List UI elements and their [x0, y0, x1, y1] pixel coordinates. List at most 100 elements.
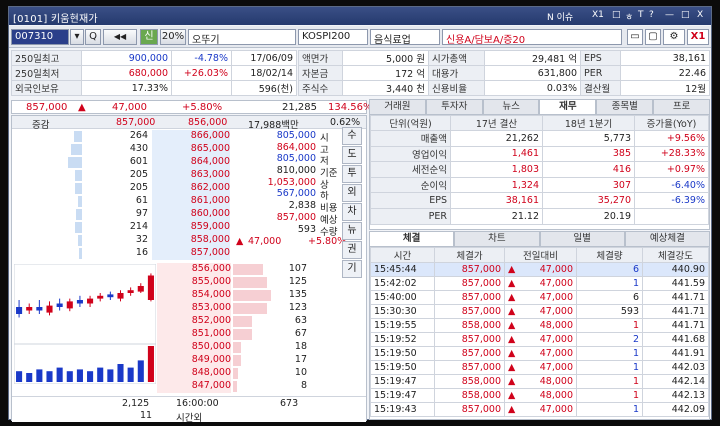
side-button[interactable]: 도	[342, 146, 362, 164]
maximize-button[interactable]: □	[681, 10, 690, 20]
info-tab[interactable]: 재무	[539, 99, 597, 114]
x1-icon[interactable]: X1	[687, 29, 709, 45]
trade-row[interactable]: 15:19:43 857,000 ▲ 47,000 1 442.09	[370, 402, 709, 417]
range-label: 외국인보유	[11, 80, 82, 96]
bid-qty: 63	[294, 315, 307, 326]
bid-row[interactable]: 847,000 8	[157, 380, 342, 393]
trade-qty: 1	[576, 318, 643, 333]
volume-bar	[147, 346, 154, 382]
side-button[interactable]: 차	[342, 203, 362, 221]
gear-icon[interactable]: ⚙	[663, 29, 685, 45]
summary-row: 805,000 시	[234, 130, 342, 144]
issue-button[interactable]: N 이슈	[547, 10, 573, 23]
info-tab[interactable]: 투자자	[425, 99, 483, 114]
trade-row[interactable]: 15:19:55 858,000 ▲ 48,000 1 441.71	[370, 318, 709, 333]
bid-price: 849,000	[157, 354, 231, 367]
side-button[interactable]: 투	[342, 165, 362, 183]
range-price: 900,000	[81, 50, 172, 66]
stock-code-input[interactable]: 007310	[11, 29, 69, 45]
trade-row[interactable]: 15:19:52 857,000 ▲ 47,000 2 441.68	[370, 332, 709, 347]
financial-row: 영업이익 1,461 385 +28.33%	[370, 145, 709, 163]
price-summary: 805,000 시 864,000 고 805,000 저 810,000 기준 1,053,0…	[234, 130, 342, 238]
info-tab[interactable]: 거래원	[369, 99, 426, 114]
trade-time: 15:42:02	[370, 276, 435, 291]
bid-price: 854,000	[157, 289, 231, 302]
market-field: KOSPI200	[298, 29, 368, 45]
bid-row[interactable]: 848,000 10	[157, 367, 342, 380]
trade-change: ▲ 47,000	[504, 360, 577, 375]
trade-row[interactable]: 15:42:02 857,000 ▲ 47,000 1 441.59	[370, 276, 709, 291]
order-book-footer: 2,125 16:00:00 673 11 시간외	[12, 396, 366, 424]
volume-bar	[87, 371, 94, 382]
bid-row[interactable]: 850,000 18	[157, 341, 342, 354]
side-button[interactable]: 권	[342, 241, 362, 259]
info-value: 29,481 억	[484, 50, 581, 66]
sound-icon[interactable]: ◀◀	[103, 29, 137, 45]
trade-row[interactable]: 15:30:30 857,000 ▲ 47,000 593 441.71	[370, 304, 709, 319]
candle-body	[107, 294, 114, 298]
info-tab[interactable]: 뉴스	[482, 99, 540, 114]
volume-ratio: 134.56%	[328, 102, 373, 113]
close-button[interactable]: X	[697, 10, 703, 20]
candle-body	[87, 298, 94, 304]
x1-button[interactable]: X1	[592, 10, 604, 20]
trade-row[interactable]: 15:45:44 857,000 ▲ 47,000 6 440.90	[370, 262, 709, 277]
credit-toggle-button[interactable]: 신	[140, 29, 158, 45]
bid-row[interactable]: 855,000 125	[157, 276, 342, 289]
range-info-table: 250일최고 900,000 -4.78% 17/06/09 250일최저 680,000…	[11, 50, 297, 96]
window-icon[interactable]: ▢	[645, 29, 661, 45]
summary-value: 1,053,000	[267, 176, 316, 188]
info-tab[interactable]: 종목별	[596, 99, 654, 114]
candle-body	[117, 293, 124, 299]
up-arrow-icon: ▲	[508, 264, 516, 275]
ask-price: 865,000	[152, 143, 230, 156]
summary-value: 593	[297, 223, 316, 235]
trade-row[interactable]: 15:19:47 858,000 ▲ 48,000 1 442.14	[370, 374, 709, 389]
trade-tab[interactable]: 차트	[454, 231, 540, 246]
financial-row: 매출액 21,262 5,773 +9.56%	[370, 130, 709, 147]
trade-tab[interactable]: 체결	[369, 231, 455, 246]
bid-row[interactable]: 852,000 63	[157, 315, 342, 328]
help-icon[interactable]: ?	[649, 10, 654, 20]
hangul-icon[interactable]: ㅎ	[625, 10, 633, 23]
bid-row[interactable]: 854,000 135	[157, 289, 342, 302]
trade-tab[interactable]: 일별	[539, 231, 625, 246]
trade-strength: 440.90	[642, 262, 709, 277]
trade-change: ▲ 47,000	[504, 332, 577, 347]
layout-icon[interactable]: ▭	[627, 29, 643, 45]
financial-label: 영업이익	[370, 145, 451, 163]
summary-row: 1,053,000 상	[234, 176, 342, 191]
minimize-button[interactable]: —	[665, 10, 674, 20]
side-button[interactable]: 외	[342, 184, 362, 202]
financial-value: 1,461	[450, 145, 543, 163]
ask-volume-bar	[75, 170, 82, 181]
side-button[interactable]: 기	[342, 260, 362, 278]
trade-change: ▲ 47,000	[504, 346, 577, 361]
trade-row[interactable]: 15:19:50 857,000 ▲ 47,000 1 442.03	[370, 360, 709, 375]
stock-info-row: 주식수 3,440 천 신용비율 0.03% 결산월 12월	[298, 80, 710, 96]
side-button[interactable]: 수	[342, 127, 362, 145]
stock-name-field: 오뚜기	[188, 29, 296, 45]
order-book: 증감 857,000 856,000 17,988백만 0.62% 264 866…	[11, 115, 367, 424]
financial-value: 1,803	[450, 161, 543, 178]
box-icon[interactable]: □	[612, 10, 621, 20]
bid-row[interactable]: 853,000 123	[157, 302, 342, 315]
trade-row[interactable]: 15:19:50 857,000 ▲ 47,000 1 441.91	[370, 346, 709, 361]
font-icon[interactable]: T	[638, 10, 644, 20]
side-button[interactable]: 뉴	[342, 222, 362, 240]
bid-row[interactable]: 849,000 17	[157, 354, 342, 367]
ask-price: 859,000	[152, 221, 230, 234]
code-dropdown-button[interactable]: ▾	[70, 29, 84, 45]
search-icon[interactable]: Q	[85, 29, 101, 45]
financial-growth: +0.97%	[634, 161, 709, 178]
margin-rate-button[interactable]: 20%	[160, 29, 186, 45]
info-tab[interactable]: 프로	[653, 99, 710, 114]
trade-price: 857,000	[434, 346, 505, 361]
bid-row[interactable]: 856,000 107	[157, 263, 342, 276]
trade-change-value: 47,000	[539, 334, 573, 345]
trade-row[interactable]: 15:40:00 857,000 ▲ 47,000 6 441.71	[370, 290, 709, 305]
trade-tab[interactable]: 예상체결	[624, 231, 710, 246]
trade-row[interactable]: 15:19:47 858,000 ▲ 48,000 1 442.13	[370, 388, 709, 403]
bid-row[interactable]: 851,000 67	[157, 328, 342, 341]
volume-bar	[117, 364, 124, 382]
